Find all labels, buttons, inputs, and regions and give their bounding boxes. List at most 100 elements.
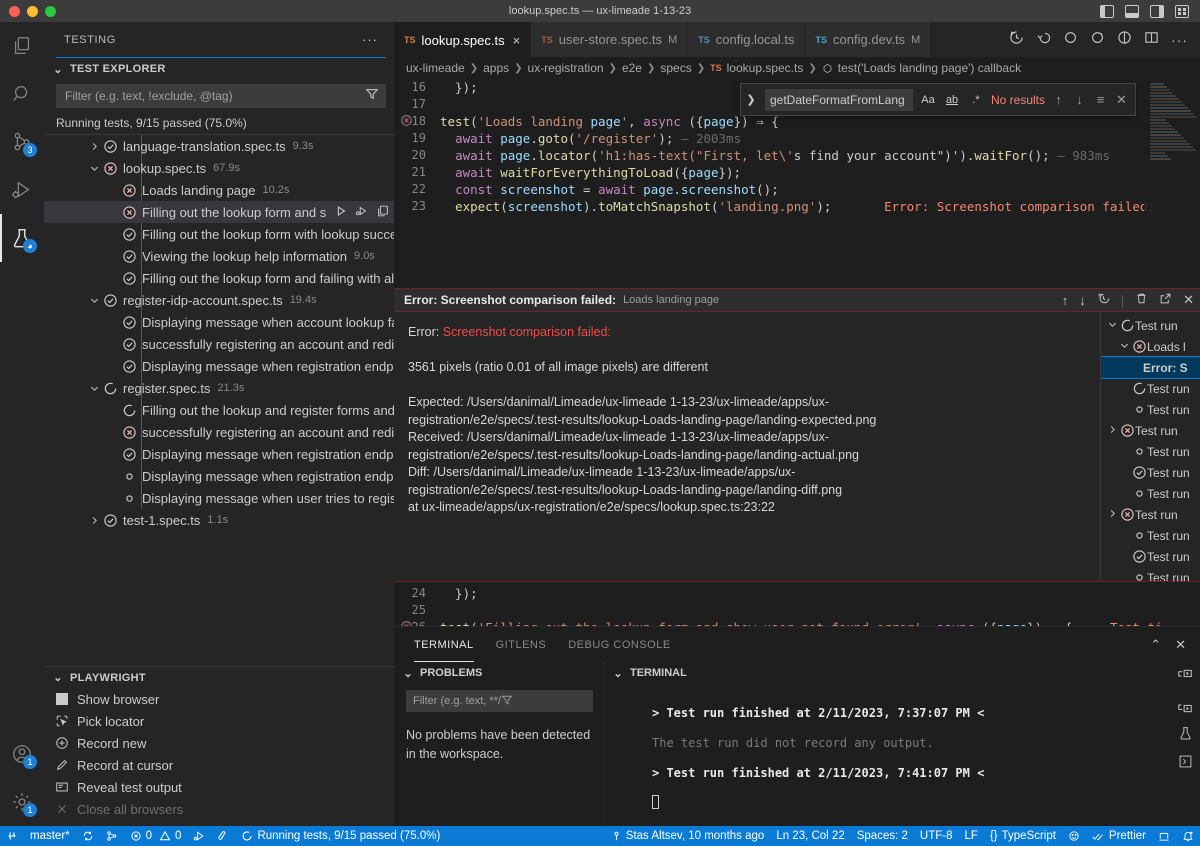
activity-explorer[interactable] [0, 22, 44, 70]
playwright-action-reveal-output[interactable]: Reveal test output [44, 776, 394, 798]
peek-close-icon[interactable]: ✕ [1183, 292, 1194, 308]
panel-tab[interactable]: DEBUG CONSOLE [568, 627, 670, 662]
tree-twisty[interactable] [86, 512, 102, 528]
terminal-header[interactable]: ⌄ TERMINAL [604, 662, 1200, 684]
breadcrumb-item[interactable]: apps [483, 61, 509, 75]
debug-test-icon[interactable] [355, 204, 369, 221]
maximize-window-button[interactable] [45, 5, 56, 17]
code-line[interactable]: 26test('Filling out the lookup form and … [394, 619, 1163, 626]
status-encoding[interactable]: UTF-8 [914, 826, 959, 846]
minimize-window-button[interactable] [27, 5, 38, 17]
peek-tree-row[interactable]: Test run [1101, 546, 1200, 567]
toggle-replace-icon[interactable]: ❯ [743, 93, 759, 106]
filter-icon[interactable] [501, 694, 589, 709]
test-tree-row[interactable]: Filling out the lookup form with lookup … [44, 223, 394, 245]
find-input[interactable]: getDateFormatFromLang [764, 88, 913, 111]
refresh-icon[interactable] [1063, 30, 1078, 50]
status-prettier[interactable]: Prettier [1086, 826, 1152, 846]
status-branch[interactable]: master* [24, 826, 76, 846]
status-cursor-position[interactable]: Ln 23, Col 22 [770, 826, 850, 846]
status-live-share[interactable] [1152, 826, 1176, 846]
toggle-primary-sidebar-icon[interactable] [1100, 4, 1114, 18]
go-back-icon[interactable] [1036, 30, 1051, 50]
run-test-icon[interactable] [334, 204, 348, 221]
editor-viewport[interactable]: 16 }); 17 18 test('Loads landing page', asy… [394, 79, 1200, 626]
peek-test-tree[interactable]: Test run Loads l Error: S Test run Test run T… [1100, 312, 1200, 581]
status-gitlens[interactable] [100, 826, 124, 846]
test-tree-row[interactable]: Displaying message when user tries to re… [44, 487, 394, 509]
test-tree-row[interactable]: Filling out the lookup form and failing … [44, 267, 394, 289]
breadcrumb-item[interactable]: e2e [622, 61, 642, 75]
peek-tree-row[interactable]: Test run [1101, 420, 1200, 441]
test-failed-gutter-icon[interactable] [400, 620, 413, 626]
find-widget[interactable]: ❯ getDateFormatFromLang Aa ab .* No resu… [739, 83, 1136, 116]
status-remote[interactable] [0, 826, 24, 846]
terminal-pane[interactable]: ⌄ TERMINAL > Test run finished at 2/11/2… [604, 662, 1200, 826]
editor-tab[interactable]: TS config.dev.ts M [805, 22, 932, 57]
breadcrumb-item[interactable]: lookup.spec.ts [727, 61, 804, 75]
tree-twisty[interactable] [1105, 508, 1119, 522]
peek-tree-row[interactable]: Test run [1101, 441, 1200, 462]
panel-tab[interactable]: TERMINAL [414, 627, 474, 662]
playwright-actions-list[interactable]: Show browser Pick locator Record new Record… [44, 688, 394, 826]
test-tree-row[interactable]: successfully registering an account and … [44, 421, 394, 443]
playwright-action-record-new[interactable]: Record new [44, 732, 394, 754]
tree-twisty[interactable] [105, 424, 121, 440]
test-explorer-header[interactable]: ⌄ TEST EXPLORER [44, 58, 394, 80]
problems-header[interactable]: ⌄ PROBLEMS [394, 662, 603, 684]
code-line[interactable]: 24 }); [394, 585, 1144, 602]
test-tree-row[interactable]: Filling out the lookup form and s [44, 201, 394, 223]
peek-tree-row[interactable]: Loads l [1101, 336, 1200, 357]
peek-tree-row[interactable]: Test run [1101, 525, 1200, 546]
match-whole-word-icon[interactable]: ab [943, 94, 961, 106]
activity-testing[interactable]: ◕ [0, 214, 44, 262]
tree-twisty[interactable] [105, 248, 121, 264]
peek-tree-row[interactable]: Test run [1101, 462, 1200, 483]
editor-code-bottom[interactable]: 24 });2526test('Filling out the lookup f… [394, 585, 1163, 626]
test-tree-row[interactable]: Displaying message when registration end… [44, 465, 394, 487]
coverage-icon[interactable] [1117, 30, 1132, 50]
copy-icon[interactable] [376, 204, 390, 221]
activity-accounts[interactable]: 1 [0, 730, 44, 778]
customize-layout-icon[interactable] [1175, 4, 1189, 18]
split-editor-icon[interactable] [1144, 30, 1159, 50]
status-eol[interactable]: LF [958, 826, 983, 846]
terminal-output[interactable]: > Test run finished at 2/11/2023, 7:37:0… [604, 684, 1200, 826]
close-window-button[interactable] [9, 5, 20, 17]
tree-twisty[interactable] [105, 314, 121, 330]
peek-tree-row[interactable]: Test run [1101, 378, 1200, 399]
test-tree-row[interactable]: register.spec.ts 21.3s [44, 377, 394, 399]
peek-tree-row[interactable]: Test run [1101, 399, 1200, 420]
editor-tab[interactable]: TS config.local.ts [688, 22, 806, 57]
editor-tab[interactable]: TS lookup.spec.ts × [394, 22, 532, 57]
test-filter-box[interactable] [56, 84, 386, 108]
tree-twisty[interactable] [86, 292, 102, 308]
problems-filter-box[interactable]: Filter (e.g. text, **/*.ts, !**... [406, 690, 593, 712]
panel-tab[interactable]: GITLENS [496, 627, 547, 662]
tree-twisty[interactable] [1117, 340, 1131, 354]
breadcrumb[interactable]: ux-limeade ❯ apps ❯ ux-registration ❯ e2e ❯ spec… [394, 57, 1200, 79]
status-gitlens-blame[interactable] [211, 826, 235, 846]
code-line[interactable]: 25 [394, 602, 1144, 619]
tree-twisty[interactable] [105, 204, 121, 220]
editor-toolbar[interactable]: ··· [997, 22, 1200, 57]
tree-twisty[interactable] [86, 380, 102, 396]
test-tree-row[interactable]: test-1.spec.ts 1.1s [44, 509, 394, 531]
test-tree-row[interactable]: Displaying message when registration end… [44, 355, 394, 377]
test-tree-row[interactable]: language-translation.spec.ts 9.3s [44, 135, 394, 157]
playwright-action-checkbox-checked[interactable]: Show browser [44, 688, 394, 710]
window-traffic-lights[interactable] [0, 5, 56, 17]
code-line[interactable]: 23 expect(screenshot).toMatchSnapshot('l… [394, 198, 1200, 215]
tree-twisty[interactable] [105, 270, 121, 286]
code-line[interactable]: 21 await waitForEverythingToLoad({page})… [394, 164, 1200, 181]
panel-tabs[interactable]: TERMINAL GITLENS DEBUG CONSOLE ⌃ ✕ [394, 627, 1200, 662]
test-row-actions[interactable] [326, 204, 390, 221]
activity-search[interactable] [0, 70, 44, 118]
status-debug[interactable] [187, 826, 211, 846]
breadcrumb-item[interactable]: ux-limeade [406, 61, 465, 75]
split-terminal-icon[interactable] [1176, 668, 1194, 686]
breadcrumb-item[interactable]: ux-registration [528, 61, 604, 75]
test-tree-row[interactable]: Viewing the lookup help information 9.0s [44, 245, 394, 267]
activity-manage[interactable]: 1 [0, 778, 44, 826]
playwright-header[interactable]: ⌄ PLAYWRIGHT [44, 666, 394, 688]
